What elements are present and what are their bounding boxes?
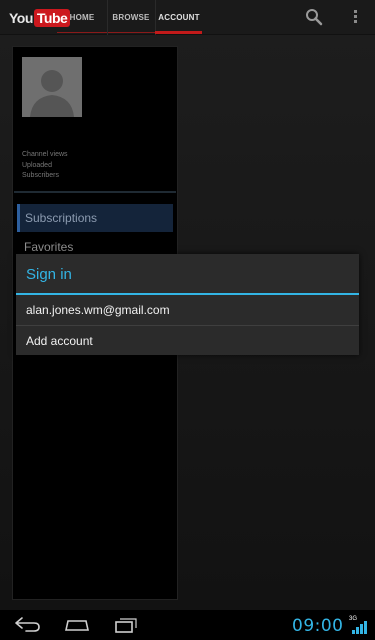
stat-subscribers: Subscribers (22, 172, 59, 179)
account-option-email[interactable]: alan.jones.wm@gmail.com (16, 295, 359, 325)
tab-home[interactable]: HOME (57, 0, 107, 35)
channel-stats: Channel views Uploaded Subscribers (22, 150, 68, 182)
system-nav-bar: 09:00 3G (0, 610, 375, 640)
search-icon[interactable] (305, 8, 323, 26)
status-clock: 09:00 (292, 616, 344, 636)
dialog-title: Sign in (26, 266, 72, 283)
tab-account[interactable]: ACCOUNT (155, 0, 202, 35)
home-icon[interactable] (62, 615, 92, 635)
active-tab-indicator (155, 31, 202, 34)
avatar[interactable] (22, 57, 82, 117)
tab-browse[interactable]: BROWSE (107, 0, 154, 35)
stat-channel-views: Channel views (22, 151, 68, 158)
add-account-option[interactable]: Add account (16, 326, 359, 356)
stat-uploaded: Uploaded (22, 161, 52, 169)
sidebar-item-subscriptions[interactable]: Subscriptions (17, 204, 173, 232)
sidebar-item-favorites[interactable]: Favorites (24, 240, 73, 254)
sign-in-dialog: Sign in alan.jones.wm@gmail.com Add acco… (16, 254, 359, 355)
recent-apps-icon[interactable] (112, 615, 142, 635)
logo-you-text: You (9, 10, 33, 26)
overflow-menu-icon[interactable] (350, 10, 360, 26)
person-silhouette-icon (30, 70, 74, 117)
signal-strength-icon (352, 621, 367, 634)
panel-divider (14, 191, 176, 193)
app-bar: You Tube HOME BROWSE ACCOUNT (0, 0, 375, 35)
back-icon[interactable] (12, 615, 42, 635)
